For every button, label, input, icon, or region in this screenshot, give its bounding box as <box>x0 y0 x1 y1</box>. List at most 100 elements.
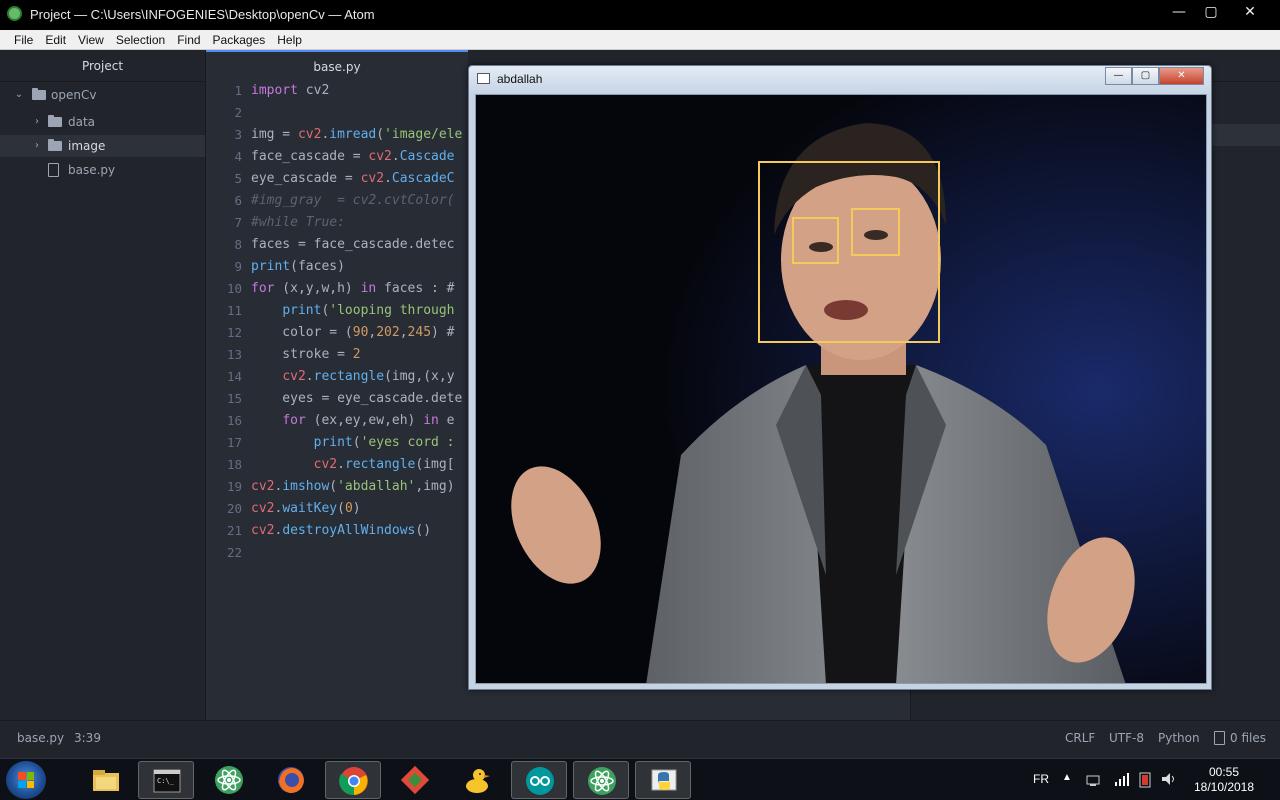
status-line-ending[interactable]: CRLF <box>1065 731 1095 745</box>
close-button[interactable]: ✕ <box>1228 2 1272 22</box>
status-cursor-position[interactable]: 3:39 <box>74 731 101 745</box>
code-line[interactable]: for (x,y,w,h) in faces : # <box>251 278 455 300</box>
network-adapter-icon[interactable] <box>1086 773 1100 787</box>
system-clock[interactable]: 00:55 18/10/2018 <box>1186 765 1262 795</box>
code-line[interactable]: faces = face_cascade.detec <box>251 234 455 256</box>
menu-view[interactable]: View <box>72 33 110 47</box>
atom-app-icon <box>7 6 22 21</box>
code-line[interactable]: color = (90,202,245) # <box>251 322 454 344</box>
chevron-down-icon: ⌄ <box>14 89 24 100</box>
opencv-image-window[interactable]: abdallah — ▢ ✕ <box>468 65 1212 690</box>
battery-icon[interactable] <box>1138 771 1152 789</box>
line-number: 1 <box>234 83 242 98</box>
status-git-files[interactable]: 0 files <box>1230 731 1266 745</box>
code-line[interactable]: #img_gray = cv2.cvtColor( <box>251 190 455 212</box>
menu-find[interactable]: Find <box>171 33 206 47</box>
tree-root-opencv[interactable]: ⌄ openCv <box>0 84 205 106</box>
line-number: 21 <box>226 523 242 538</box>
folder-icon <box>32 88 46 100</box>
git-file-icon <box>1214 731 1225 745</box>
windows-taskbar: C:\_ FR ▲ 00:55 18/10/2018 <box>0 758 1280 800</box>
atom-icon <box>588 767 616 795</box>
taskbar-python[interactable] <box>635 761 691 799</box>
minimize-button[interactable]: — <box>1164 2 1194 22</box>
tab-base-py[interactable]: base.py <box>206 50 468 82</box>
code-line[interactable]: face_cascade = cv2.Cascade <box>251 146 455 168</box>
tree-item-image[interactable]: › image <box>0 135 205 157</box>
eye-detection-box-left <box>792 217 839 264</box>
code-line[interactable]: cv2.imshow('abdallah',img) <box>251 476 455 498</box>
code-line[interactable]: eye_cascade = cv2.CascadeC <box>251 168 455 190</box>
tree-item-data[interactable]: › data <box>0 111 205 133</box>
chevron-right-icon: › <box>35 140 39 151</box>
code-line[interactable]: import cv2 <box>251 82 329 102</box>
code-line[interactable]: for (ex,ey,ew,eh) in e <box>251 410 454 432</box>
line-number: 13 <box>226 347 242 362</box>
code-line[interactable]: print(faces) <box>251 256 345 278</box>
taskbar-arduino[interactable] <box>511 761 567 799</box>
line-number: 5 <box>234 171 242 186</box>
code-line[interactable]: cv2.waitKey(0) <box>251 498 361 520</box>
menu-selection[interactable]: Selection <box>110 33 171 47</box>
code-line[interactable]: print('eyes cord : <box>251 432 455 454</box>
file-icon <box>48 163 59 177</box>
tree-item-label: openCv <box>51 88 97 102</box>
menu-edit[interactable]: Edit <box>39 33 72 47</box>
menu-packages[interactable]: Packages <box>207 33 272 47</box>
line-number: 22 <box>226 545 242 560</box>
taskbar-gitkraken[interactable] <box>387 761 443 799</box>
code-line[interactable]: cv2.rectangle(img,(x,y <box>251 366 454 388</box>
line-number: 11 <box>226 303 242 318</box>
tree-item-base-py[interactable]: base.py <box>0 159 205 181</box>
volume-icon[interactable] <box>1160 771 1178 787</box>
atom-title-bar[interactable]: Project — C:\Users\INFOGENIES\Desktop\op… <box>0 0 1280 30</box>
opencv-close-button[interactable]: ✕ <box>1159 67 1204 85</box>
opencv-minimize-button[interactable]: — <box>1105 67 1132 85</box>
taskbar-chrome[interactable] <box>325 761 381 799</box>
folder-icon <box>48 139 62 151</box>
project-panel-title[interactable]: Project <box>0 50 205 82</box>
code-line[interactable]: eyes = eye_cascade.dete <box>251 388 462 410</box>
status-grammar[interactable]: Python <box>1158 731 1200 745</box>
menu-file[interactable]: File <box>8 33 39 47</box>
code-line[interactable]: img = cv2.imread('image/ele <box>251 124 462 146</box>
status-bar: base.py 3:39 CRLF UTF-8 Python 0 files <box>0 720 1280 758</box>
status-encoding[interactable]: UTF-8 <box>1109 731 1144 745</box>
window-title: Project — C:\Users\INFOGENIES\Desktop\op… <box>30 7 375 22</box>
code-line[interactable]: cv2.rectangle(img[ <box>251 454 455 476</box>
code-line[interactable]: print('looping through <box>251 300 454 322</box>
taskbar-atom[interactable] <box>201 761 257 799</box>
taskbar-atom-active[interactable] <box>573 761 629 799</box>
code-line[interactable]: cv2.destroyAllWindows() <box>251 520 431 542</box>
line-number: 18 <box>226 457 242 472</box>
arduino-icon <box>526 767 554 795</box>
signal-strength-icon[interactable] <box>1114 771 1130 787</box>
clock-date: 18/10/2018 <box>1193 780 1255 794</box>
taskbar-command-prompt[interactable]: C:\_ <box>138 761 194 799</box>
show-hidden-icons-chevron-up-icon[interactable]: ▲ <box>1062 772 1072 800</box>
code-line[interactable]: #while True: <box>251 212 345 234</box>
opencv-window-title-bar[interactable]: abdallah — ▢ ✕ <box>469 66 1211 93</box>
taskbar-firefox[interactable] <box>263 761 319 799</box>
code-line[interactable]: stroke = 2 <box>251 344 360 366</box>
maximize-button[interactable]: ▢ <box>1196 2 1226 22</box>
project-tree-panel: Project ⌄ openCv › data › image base.py <box>0 50 206 720</box>
line-number: 4 <box>234 149 242 164</box>
language-indicator[interactable]: FR <box>1033 772 1049 800</box>
folder-icon <box>48 115 62 127</box>
start-button[interactable] <box>6 761 46 799</box>
status-file-name[interactable]: base.py <box>17 731 64 745</box>
windows-logo-icon <box>18 772 34 788</box>
line-number: 14 <box>226 369 242 384</box>
opencv-maximize-button[interactable]: ▢ <box>1132 67 1159 85</box>
chrome-icon <box>339 767 368 796</box>
taskbar-file-explorer[interactable] <box>78 761 134 799</box>
menu-help[interactable]: Help <box>271 33 308 47</box>
tree-item-label: data <box>68 115 96 129</box>
line-number: 20 <box>226 501 242 516</box>
line-number: 8 <box>234 237 242 252</box>
line-number: 6 <box>234 193 242 208</box>
tree-item-label: image <box>68 139 106 153</box>
taskbar-duck-app[interactable] <box>449 761 505 799</box>
line-number: 17 <box>226 435 242 450</box>
